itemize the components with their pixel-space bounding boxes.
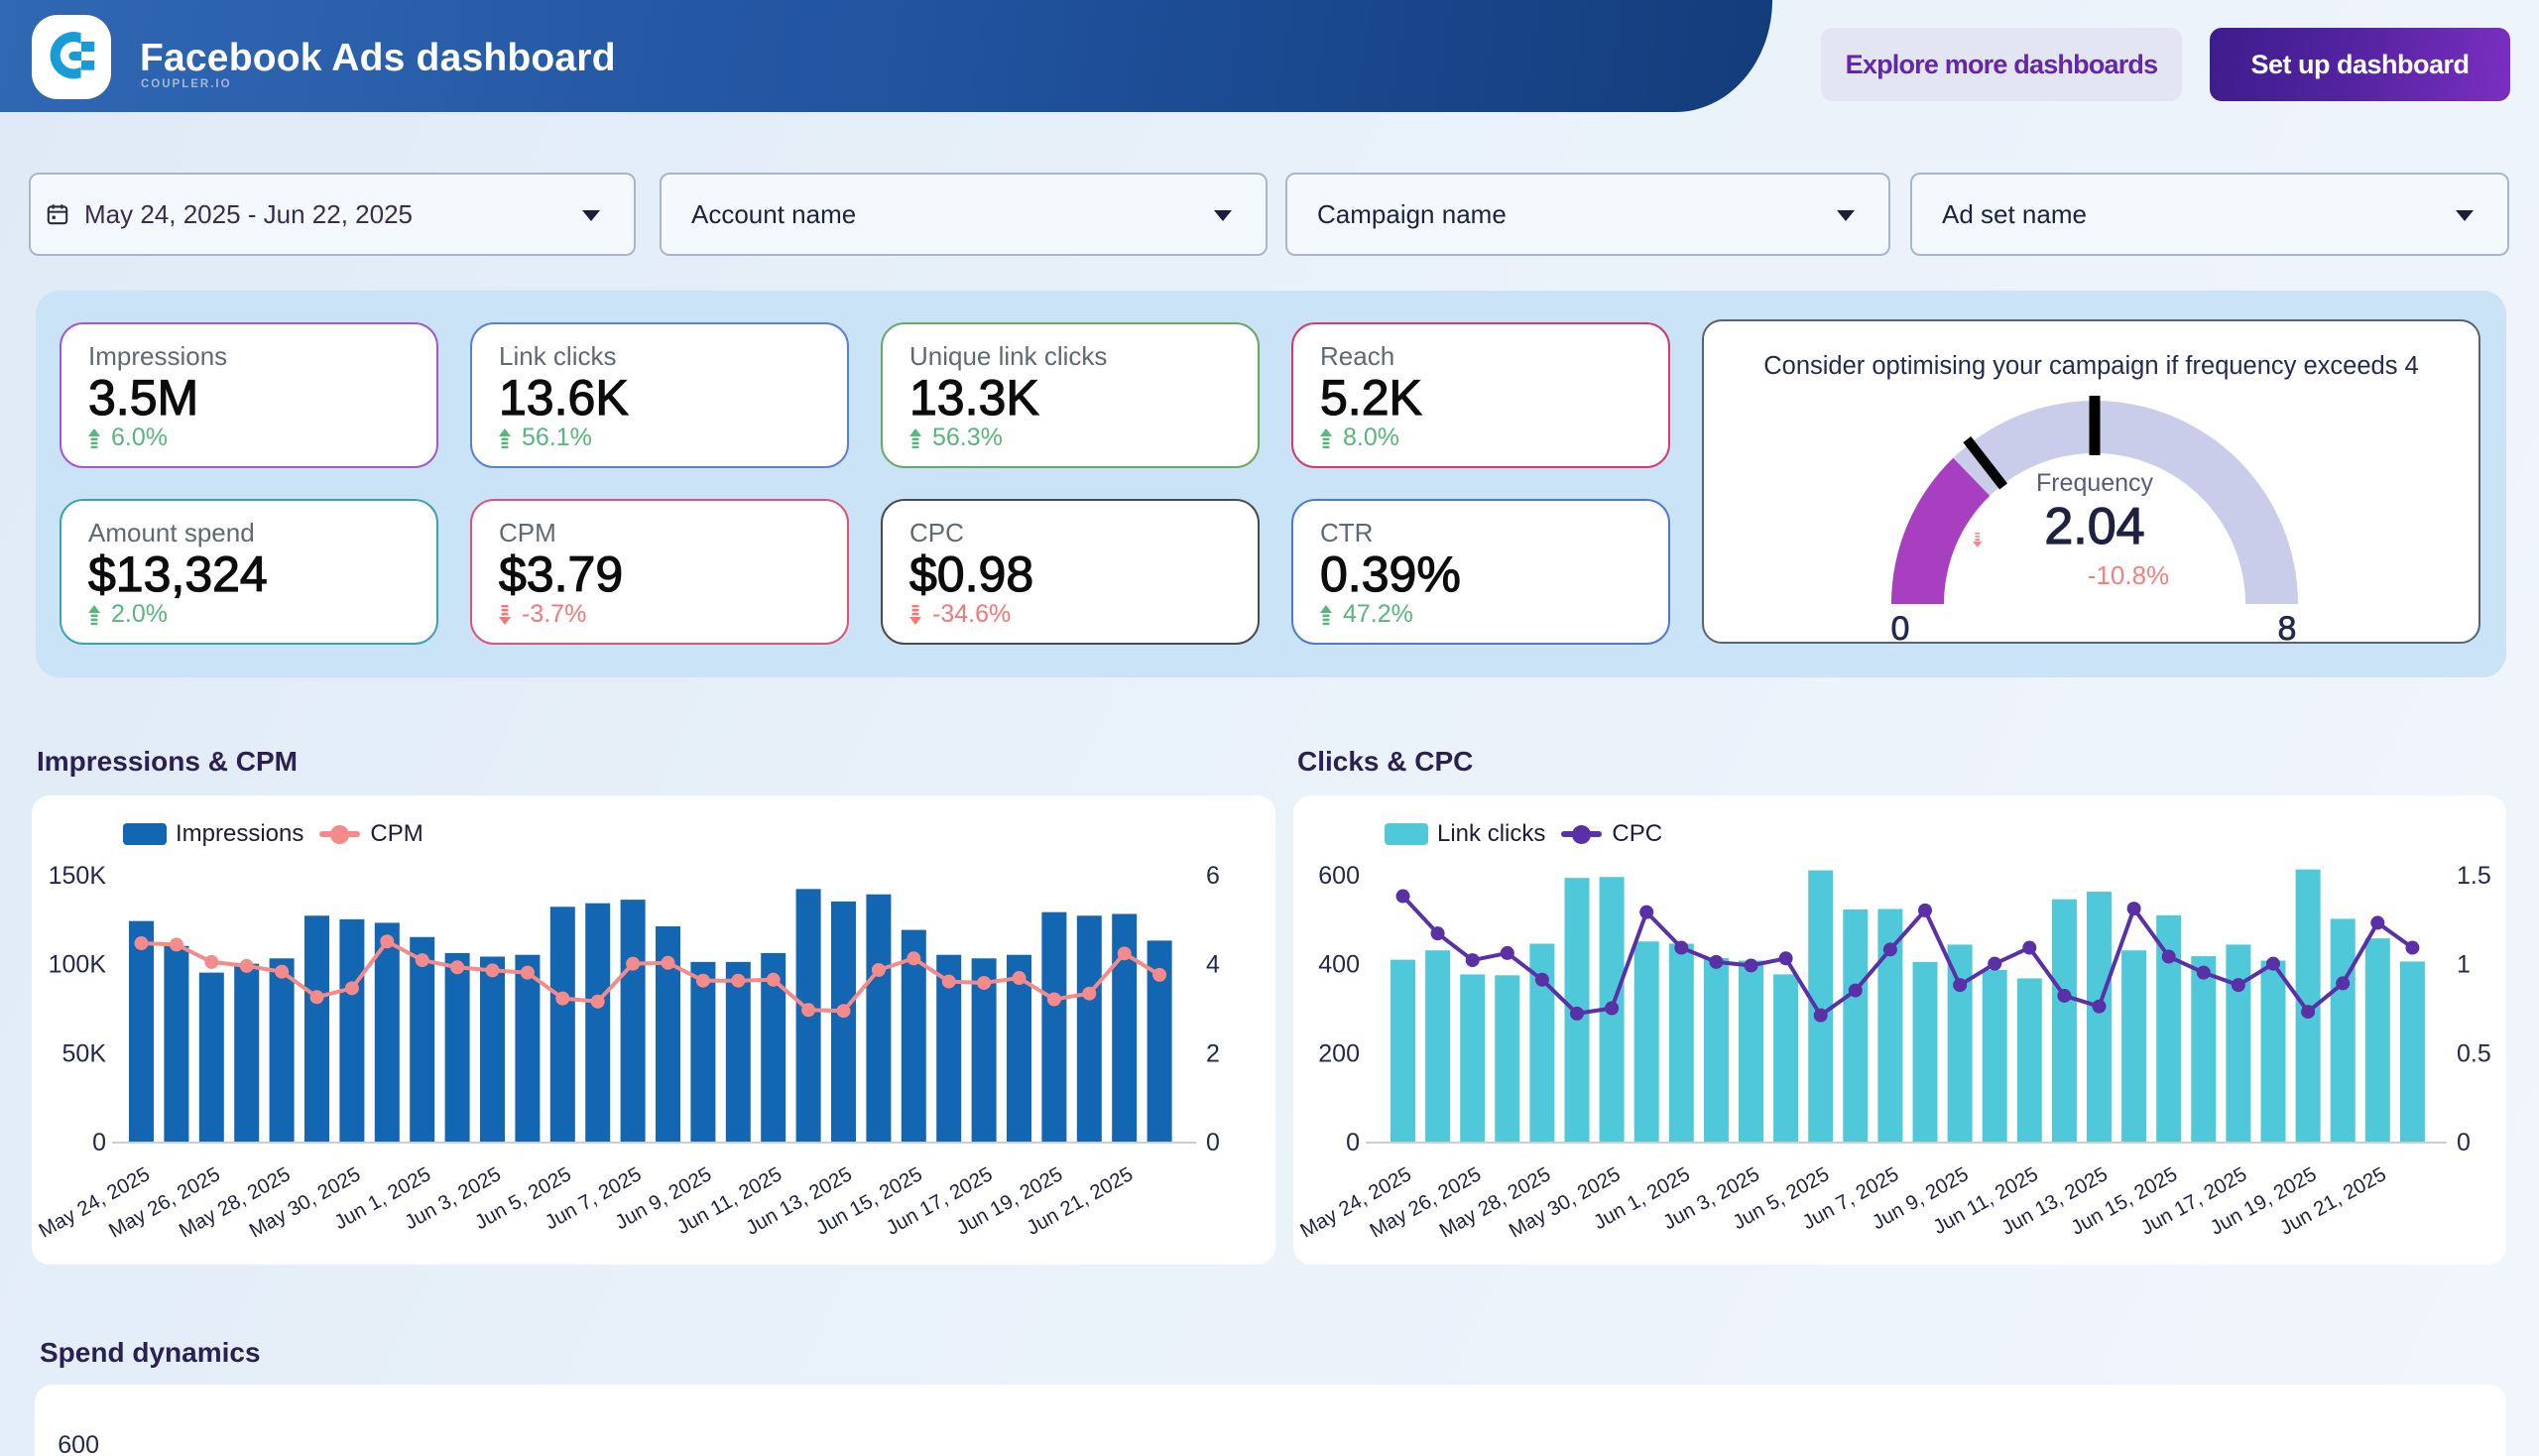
svg-text:150K: 150K xyxy=(49,862,107,890)
svg-text:100K: 100K xyxy=(49,951,107,979)
svg-text:0: 0 xyxy=(92,1129,106,1156)
svg-text:400: 400 xyxy=(1318,951,1360,979)
svg-text:4: 4 xyxy=(1206,951,1220,979)
svg-text:0: 0 xyxy=(2457,1129,2471,1156)
svg-text:600: 600 xyxy=(1318,862,1360,890)
svg-text:200: 200 xyxy=(1318,1039,1360,1067)
svg-text:0: 0 xyxy=(1206,1129,1220,1156)
svg-text:1: 1 xyxy=(2457,951,2471,979)
svg-text:0: 0 xyxy=(1346,1129,1360,1156)
svg-text:6: 6 xyxy=(1206,862,1220,890)
svg-text:1.5: 1.5 xyxy=(2457,862,2491,890)
svg-text:0.5: 0.5 xyxy=(2457,1039,2491,1067)
svg-text:50K: 50K xyxy=(62,1039,107,1067)
svg-text:2: 2 xyxy=(1206,1039,1220,1067)
